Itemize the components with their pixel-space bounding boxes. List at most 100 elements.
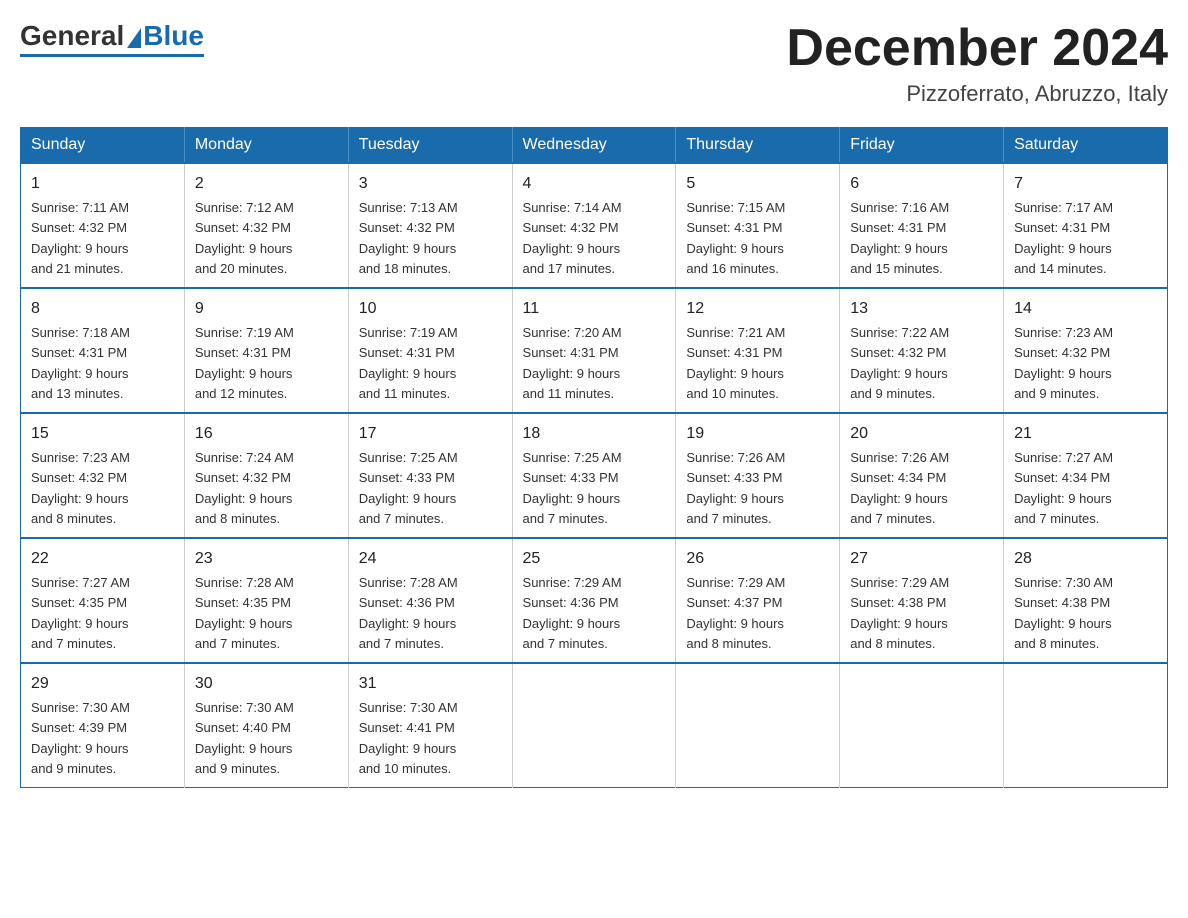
day-info: Sunrise: 7:26 AMSunset: 4:33 PMDaylight:… — [686, 450, 785, 526]
day-info: Sunrise: 7:15 AMSunset: 4:31 PMDaylight:… — [686, 200, 785, 276]
day-number: 17 — [359, 422, 502, 446]
calendar-cell: 8 Sunrise: 7:18 AMSunset: 4:31 PMDaylight… — [21, 288, 185, 413]
day-info: Sunrise: 7:30 AMSunset: 4:40 PMDaylight:… — [195, 700, 294, 776]
calendar-week-row: 15Sunrise: 7:23 AMSunset: 4:32 PMDayligh… — [21, 413, 1168, 538]
calendar-cell: 27Sunrise: 7:29 AMSunset: 4:38 PMDayligh… — [840, 538, 1004, 663]
day-info: Sunrise: 7:23 AMSunset: 4:32 PMDaylight:… — [31, 450, 130, 526]
header-friday: Friday — [840, 128, 1004, 164]
calendar-cell: 26Sunrise: 7:29 AMSunset: 4:37 PMDayligh… — [676, 538, 840, 663]
header-tuesday: Tuesday — [348, 128, 512, 164]
day-info: Sunrise: 7:11 AMSunset: 4:32 PMDaylight:… — [31, 200, 129, 276]
day-number: 4 — [523, 172, 666, 196]
day-number: 18 — [523, 422, 666, 446]
calendar-cell — [676, 663, 840, 788]
day-info: Sunrise: 7:25 AMSunset: 4:33 PMDaylight:… — [523, 450, 622, 526]
day-number: 9 — [195, 297, 338, 321]
location-text: Pizzoferrato, Abruzzo, Italy — [786, 81, 1168, 107]
calendar-week-row: 22 Sunrise: 7:27 AMSunset: 4:35 PMDayligh… — [21, 538, 1168, 663]
day-number: 5 — [686, 172, 829, 196]
calendar-cell: 25 Sunrise: 7:29 AMSunset: 4:36 PMDayligh… — [512, 538, 676, 663]
calendar-cell: 17Sunrise: 7:25 AMSunset: 4:33 PMDayligh… — [348, 413, 512, 538]
calendar-cell: 29Sunrise: 7:30 AMSunset: 4:39 PMDayligh… — [21, 663, 185, 788]
day-info: Sunrise: 7:26 AMSunset: 4:34 PMDaylight:… — [850, 450, 949, 526]
day-number: 14 — [1014, 297, 1157, 321]
day-info: Sunrise: 7:12 AMSunset: 4:32 PMDaylight:… — [195, 200, 294, 276]
calendar-cell: 2Sunrise: 7:12 AMSunset: 4:32 PMDaylight… — [184, 163, 348, 288]
calendar-cell: 24 Sunrise: 7:28 AMSunset: 4:36 PMDayligh… — [348, 538, 512, 663]
day-info: Sunrise: 7:30 AMSunset: 4:41 PMDaylight:… — [359, 700, 458, 776]
day-info: Sunrise: 7:28 AMSunset: 4:36 PMDaylight:… — [359, 575, 458, 651]
calendar-cell: 13Sunrise: 7:22 AMSunset: 4:32 PMDayligh… — [840, 288, 1004, 413]
header-saturday: Saturday — [1004, 128, 1168, 164]
header-sunday: Sunday — [21, 128, 185, 164]
calendar-cell: 20 Sunrise: 7:26 AMSunset: 4:34 PMDayligh… — [840, 413, 1004, 538]
day-number: 7 — [1014, 172, 1157, 196]
calendar-cell: 31 Sunrise: 7:30 AMSunset: 4:41 PMDayligh… — [348, 663, 512, 788]
calendar-cell: 1 Sunrise: 7:11 AMSunset: 4:32 PMDaylight… — [21, 163, 185, 288]
calendar-cell: 4 Sunrise: 7:14 AMSunset: 4:32 PMDaylight… — [512, 163, 676, 288]
day-number: 28 — [1014, 547, 1157, 571]
header-thursday: Thursday — [676, 128, 840, 164]
day-number: 24 — [359, 547, 502, 571]
day-number: 13 — [850, 297, 993, 321]
calendar-week-row: 8 Sunrise: 7:18 AMSunset: 4:31 PMDaylight… — [21, 288, 1168, 413]
day-number: 3 — [359, 172, 502, 196]
header-monday: Monday — [184, 128, 348, 164]
day-info: Sunrise: 7:14 AMSunset: 4:32 PMDaylight:… — [523, 200, 622, 276]
day-info: Sunrise: 7:29 AMSunset: 4:37 PMDaylight:… — [686, 575, 785, 651]
day-number: 20 — [850, 422, 993, 446]
day-number: 27 — [850, 547, 993, 571]
logo-triangle-icon — [127, 28, 141, 48]
day-number: 8 — [31, 297, 174, 321]
day-number: 16 — [195, 422, 338, 446]
day-info: Sunrise: 7:19 AMSunset: 4:31 PMDaylight:… — [359, 325, 458, 401]
day-number: 12 — [686, 297, 829, 321]
day-number: 1 — [31, 172, 174, 196]
day-number: 22 — [31, 547, 174, 571]
day-info: Sunrise: 7:29 AMSunset: 4:36 PMDaylight:… — [523, 575, 622, 651]
day-number: 31 — [359, 672, 502, 696]
calendar-cell: 5 Sunrise: 7:15 AMSunset: 4:31 PMDaylight… — [676, 163, 840, 288]
day-number: 23 — [195, 547, 338, 571]
calendar-cell: 22 Sunrise: 7:27 AMSunset: 4:35 PMDayligh… — [21, 538, 185, 663]
calendar-cell: 10Sunrise: 7:19 AMSunset: 4:31 PMDayligh… — [348, 288, 512, 413]
day-info: Sunrise: 7:19 AMSunset: 4:31 PMDaylight:… — [195, 325, 294, 401]
calendar-cell — [1004, 663, 1168, 788]
day-info: Sunrise: 7:20 AMSunset: 4:31 PMDaylight:… — [523, 325, 622, 401]
calendar-cell — [840, 663, 1004, 788]
calendar-cell: 11 Sunrise: 7:20 AMSunset: 4:31 PMDayligh… — [512, 288, 676, 413]
day-number: 30 — [195, 672, 338, 696]
day-info: Sunrise: 7:16 AMSunset: 4:31 PMDaylight:… — [850, 200, 949, 276]
page-header: General Blue December 2024 Pizzoferrato,… — [20, 20, 1168, 107]
day-info: Sunrise: 7:30 AMSunset: 4:38 PMDaylight:… — [1014, 575, 1113, 651]
month-title: December 2024 — [786, 20, 1168, 77]
calendar-header-row: SundayMondayTuesdayWednesdayThursdayFrid… — [21, 128, 1168, 164]
day-info: Sunrise: 7:27 AMSunset: 4:34 PMDaylight:… — [1014, 450, 1113, 526]
calendar-cell: 9 Sunrise: 7:19 AMSunset: 4:31 PMDaylight… — [184, 288, 348, 413]
day-number: 11 — [523, 297, 666, 321]
header-wednesday: Wednesday — [512, 128, 676, 164]
logo-underline — [20, 54, 204, 57]
day-number: 21 — [1014, 422, 1157, 446]
calendar-cell: 30 Sunrise: 7:30 AMSunset: 4:40 PMDayligh… — [184, 663, 348, 788]
day-number: 25 — [523, 547, 666, 571]
calendar-cell: 19 Sunrise: 7:26 AMSunset: 4:33 PMDayligh… — [676, 413, 840, 538]
logo-general-text: General — [20, 20, 124, 52]
logo-blue-text: Blue — [143, 20, 204, 52]
day-info: Sunrise: 7:13 AMSunset: 4:32 PMDaylight:… — [359, 200, 458, 276]
day-info: Sunrise: 7:17 AMSunset: 4:31 PMDaylight:… — [1014, 200, 1113, 276]
calendar-cell: 3 Sunrise: 7:13 AMSunset: 4:32 PMDaylight… — [348, 163, 512, 288]
calendar-cell: 21 Sunrise: 7:27 AMSunset: 4:34 PMDayligh… — [1004, 413, 1168, 538]
logo: General Blue — [20, 20, 204, 57]
calendar-cell: 14 Sunrise: 7:23 AMSunset: 4:32 PMDayligh… — [1004, 288, 1168, 413]
calendar-week-row: 1 Sunrise: 7:11 AMSunset: 4:32 PMDaylight… — [21, 163, 1168, 288]
day-number: 19 — [686, 422, 829, 446]
calendar-cell: 12Sunrise: 7:21 AMSunset: 4:31 PMDayligh… — [676, 288, 840, 413]
day-info: Sunrise: 7:23 AMSunset: 4:32 PMDaylight:… — [1014, 325, 1113, 401]
day-info: Sunrise: 7:18 AMSunset: 4:31 PMDaylight:… — [31, 325, 130, 401]
day-number: 29 — [31, 672, 174, 696]
day-info: Sunrise: 7:27 AMSunset: 4:35 PMDaylight:… — [31, 575, 130, 651]
day-info: Sunrise: 7:24 AMSunset: 4:32 PMDaylight:… — [195, 450, 294, 526]
calendar-cell: 15Sunrise: 7:23 AMSunset: 4:32 PMDayligh… — [21, 413, 185, 538]
calendar-week-row: 29Sunrise: 7:30 AMSunset: 4:39 PMDayligh… — [21, 663, 1168, 788]
